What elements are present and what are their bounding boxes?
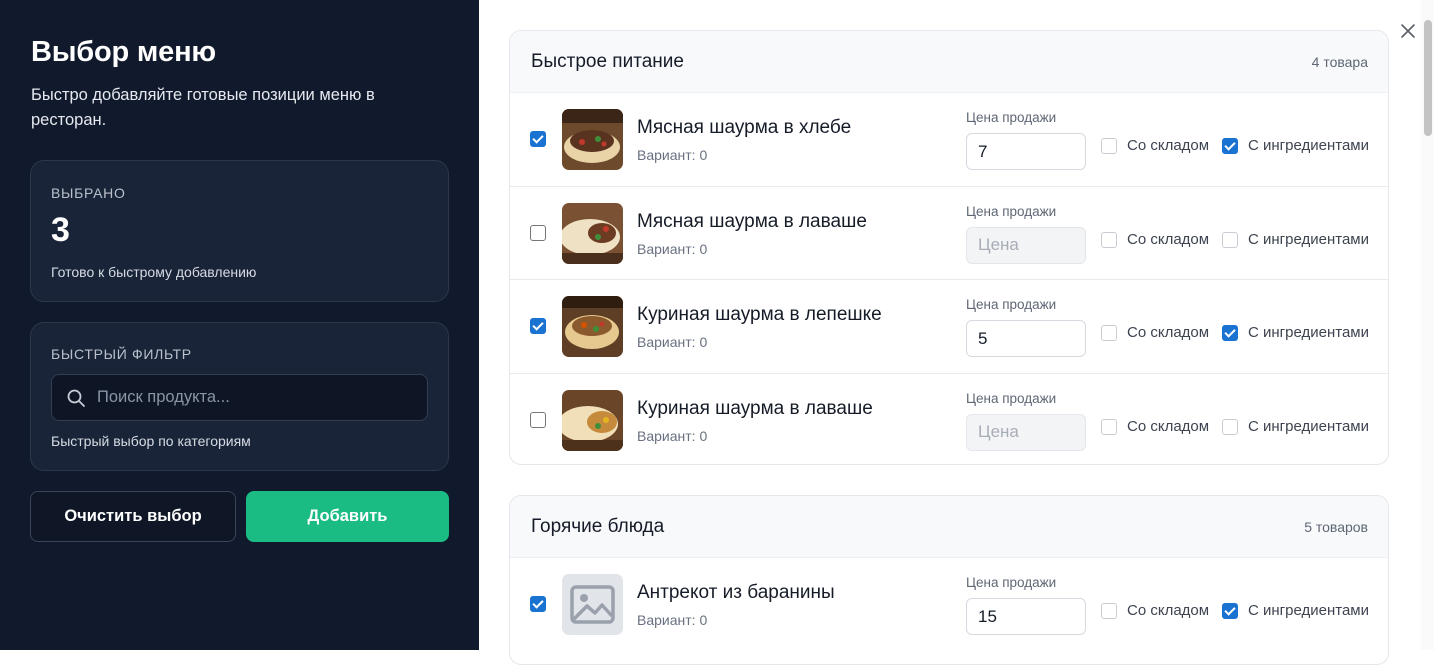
quick-filter-card: БЫСТРЫЙ ФИЛЬТР Быстрый выбор по категори… <box>30 322 449 471</box>
section-item-count: 4 товара <box>1311 54 1368 70</box>
product-select-checkbox[interactable] <box>530 411 546 428</box>
search-icon <box>67 389 85 407</box>
with-ingredients-label: С ингредиентами <box>1248 324 1369 341</box>
search-input[interactable] <box>97 375 417 420</box>
close-icon[interactable] <box>1398 21 1418 41</box>
add-button[interactable]: Добавить <box>246 491 449 542</box>
with-ingredients-label: С ингредиентами <box>1248 417 1369 435</box>
price-input[interactable] <box>966 598 1086 635</box>
section-header: Горячие блюда 5 товаров <box>510 496 1388 558</box>
selected-count: 3 <box>51 211 70 249</box>
with-ingredients-checkbox[interactable] <box>1222 603 1238 619</box>
product-select-checkbox[interactable] <box>530 224 546 241</box>
with-stock-label: Со складом <box>1127 417 1210 435</box>
product-image <box>562 109 623 170</box>
price-label: Цена продажи <box>966 390 1057 406</box>
with-stock-checkbox[interactable] <box>1101 418 1117 435</box>
with-stock-label: Со складом <box>1127 324 1210 341</box>
product-row: Куриная шаурма в лепешке Вариант: 0 Цена… <box>510 280 1388 374</box>
with-ingredients-checkbox[interactable] <box>1222 325 1238 341</box>
product-select-checkbox[interactable] <box>530 318 546 334</box>
panel-description: Быстро добавляйте готовые позиции меню в… <box>31 86 375 129</box>
with-stock-checkbox[interactable] <box>1101 325 1117 341</box>
with-ingredients-label: С ингредиентами <box>1248 602 1369 619</box>
image-placeholder-icon <box>562 574 623 635</box>
with-stock-label: Со складом <box>1127 230 1210 248</box>
panel-title: Выбор меню <box>31 36 216 68</box>
price-label: Цена продажи <box>966 575 1057 590</box>
with-ingredients-label: С ингредиентами <box>1248 230 1369 248</box>
product-row: Антрекот из баранины Вариант: 0 Цена про… <box>510 558 1388 652</box>
section-title: Быстрое питание <box>531 51 684 72</box>
with-stock-label: Со складом <box>1127 137 1210 154</box>
with-stock-label: Со складом <box>1127 602 1210 619</box>
product-row: Мясная шаурма в лаваше Вариант: 0 Цена п… <box>510 187 1388 280</box>
product-name: Куриная шаурма в лаваше <box>637 397 873 419</box>
price-input[interactable] <box>966 413 1086 451</box>
product-name: Куриная шаурма в лепешке <box>637 304 882 325</box>
product-name: Мясная шаурма в лаваше <box>637 210 867 232</box>
product-name: Мясная шаурма в хлебе <box>637 117 852 138</box>
selected-caption: ВЫБРАНО <box>51 185 126 201</box>
product-row: Куриная шаурма в лаваше Вариант: 0 Цена … <box>510 374 1388 465</box>
filter-caption: БЫСТРЫЙ ФИЛЬТР <box>51 346 192 362</box>
price-input[interactable] <box>966 133 1086 170</box>
selected-hint: Готово к быстрому добавлению <box>51 264 257 280</box>
search-box[interactable] <box>51 374 428 421</box>
product-image <box>562 389 623 451</box>
price-label: Цена продажи <box>966 110 1057 125</box>
product-variant: Вариант: 0 <box>637 334 708 350</box>
product-image <box>562 202 623 264</box>
clear-selection-button[interactable]: Очистить выбор <box>30 491 236 542</box>
category-section-fast-food: Быстрое питание 4 товара Мясная шаурма в… <box>509 30 1389 465</box>
with-ingredients-checkbox[interactable] <box>1222 231 1238 248</box>
selected-summary-card: ВЫБРАНО 3 Готово к быстрому добавлению <box>30 160 449 302</box>
with-stock-checkbox[interactable] <box>1101 138 1117 154</box>
product-variant: Вариант: 0 <box>637 427 708 444</box>
price-label: Цена продажи <box>966 203 1057 219</box>
section-title: Горячие блюда <box>531 516 665 537</box>
product-select-checkbox[interactable] <box>530 596 546 612</box>
menu-selection-panel: Выбор меню Быстро добавляйте готовые поз… <box>0 0 479 650</box>
section-header: Быстрое питание 4 товара <box>510 31 1388 93</box>
product-variant: Вариант: 0 <box>637 240 708 257</box>
filter-hint: Быстрый выбор по категориям <box>51 433 251 449</box>
price-input[interactable] <box>966 320 1086 357</box>
product-variant: Вариант: 0 <box>637 147 708 163</box>
with-stock-checkbox[interactable] <box>1101 603 1117 619</box>
price-label: Цена продажи <box>966 297 1057 312</box>
product-select-checkbox[interactable] <box>530 131 546 147</box>
product-row: Мясная шаурма в хлебе Вариант: 0 Цена пр… <box>510 93 1388 187</box>
with-ingredients-checkbox[interactable] <box>1222 138 1238 154</box>
with-ingredients-checkbox[interactable] <box>1222 418 1238 435</box>
product-variant: Вариант: 0 <box>637 612 708 628</box>
product-name: Антрекот из баранины <box>637 582 835 603</box>
with-ingredients-label: С ингредиентами <box>1248 137 1369 154</box>
section-item-count: 5 товаров <box>1304 519 1368 535</box>
with-stock-checkbox[interactable] <box>1101 231 1117 248</box>
scrollbar-thumb[interactable] <box>1424 20 1432 136</box>
price-input[interactable] <box>966 226 1086 264</box>
product-image <box>562 296 623 357</box>
category-section-hot-dishes: Горячие блюда 5 товаров Антрекот из бара… <box>509 495 1389 665</box>
